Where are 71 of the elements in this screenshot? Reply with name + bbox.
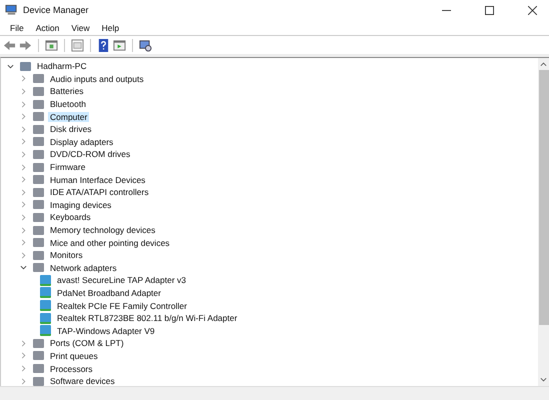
tree-item[interactable]: Human Interface Devices — [48, 174, 148, 185]
tree-item[interactable]: Imaging devices — [48, 200, 114, 210]
tree-item[interactable]: Firmware — [48, 162, 88, 172]
tree-item[interactable]: PdaNet Broadband Adapter — [55, 288, 163, 298]
scan-monitor-icon[interactable] — [139, 38, 152, 52]
close-icon[interactable] — [528, 6, 537, 14]
device-icon — [33, 188, 44, 197]
network-adapter-icon — [40, 312, 51, 324]
tree-item[interactable]: IDE ATA/ATAPI controllers — [48, 187, 151, 198]
back-arrow-icon[interactable] — [3, 38, 16, 52]
tree-item[interactable]: Hadharm-PC — [35, 61, 89, 72]
forward-arrow-icon[interactable] — [19, 38, 32, 52]
device-icon — [33, 112, 44, 122]
device-icon — [33, 100, 44, 109]
network-adapter-icon — [40, 300, 51, 312]
menu-item[interactable]: View — [65, 22, 96, 34]
device-icon — [33, 364, 44, 374]
tree-item[interactable]: Bluetooth — [48, 99, 88, 110]
device-icon — [33, 338, 44, 348]
device-icon — [33, 137, 44, 146]
device-icon — [33, 351, 44, 360]
scroll-down-icon[interactable] — [540, 377, 547, 383]
tree-item[interactable]: Monitors — [48, 250, 85, 260]
chevron-icon[interactable] — [7, 62, 14, 70]
device-icon — [33, 124, 44, 134]
properties-icon[interactable] — [71, 38, 84, 52]
device-icon — [33, 200, 44, 210]
maximize-icon[interactable] — [485, 6, 494, 14]
device-icon — [33, 212, 44, 222]
tree-item[interactable]: Realtek PCIe FE Family Controller — [55, 300, 189, 311]
help-icon[interactable] — [97, 38, 110, 52]
menu-item[interactable]: Help — [96, 22, 126, 34]
menu-item[interactable]: Action — [30, 22, 66, 34]
tree-item[interactable]: Processors — [48, 364, 95, 374]
device-icon — [33, 376, 44, 386]
device-icon — [33, 238, 44, 248]
tree-item[interactable]: Software devices — [48, 376, 117, 386]
menu-item[interactable]: File — [4, 22, 30, 34]
tree-item[interactable]: Memory technology devices — [48, 225, 158, 236]
chevron-icon[interactable] — [20, 264, 27, 272]
device-icon — [33, 74, 44, 84]
tree-item[interactable]: Network adapters — [48, 262, 119, 273]
device-icon — [33, 250, 44, 260]
tree-item[interactable]: TAP-Windows Adapter V9 — [55, 326, 157, 336]
tree-item[interactable]: Computer — [48, 112, 90, 122]
tree-item[interactable]: Batteries — [48, 86, 86, 96]
device-icon — [33, 162, 44, 172]
device-icon — [33, 86, 44, 96]
device-icon — [33, 150, 44, 159]
tree-item[interactable]: Disk drives — [48, 124, 94, 134]
network-adapter-icon — [40, 287, 51, 298]
network-adapter-icon — [40, 274, 51, 286]
tree-item[interactable]: Print queues — [48, 350, 100, 361]
device-icon — [33, 263, 44, 272]
device-icon — [33, 226, 44, 235]
device-icon — [33, 175, 44, 184]
tree-item[interactable]: Ports (COM & LPT) — [48, 338, 126, 348]
tree-item[interactable]: avast! SecureLine TAP Adapter v3 — [55, 275, 188, 286]
scrollbar[interactable] — [538, 58, 549, 386]
tree-item[interactable]: DVD/CD-ROM drives — [48, 149, 132, 160]
window-icon[interactable] — [113, 38, 126, 52]
tree-item[interactable]: Display adapters — [48, 136, 116, 147]
network-adapter-icon — [40, 325, 51, 336]
tree-item[interactable]: Realtek RTL8723BE 802.11 b/g/n Wi-Fi Adapter — [55, 313, 240, 324]
tree-item[interactable]: Audio inputs and outputs — [48, 74, 146, 84]
window-title: Device Manager — [23, 5, 89, 15]
tree-item[interactable]: Keyboards — [48, 212, 93, 222]
scroll-up-icon[interactable] — [540, 61, 547, 67]
tree-item[interactable]: Mice and other pointing devices — [48, 238, 172, 248]
window-icon[interactable] — [45, 38, 58, 52]
scroll-thumb[interactable] — [538, 70, 548, 325]
